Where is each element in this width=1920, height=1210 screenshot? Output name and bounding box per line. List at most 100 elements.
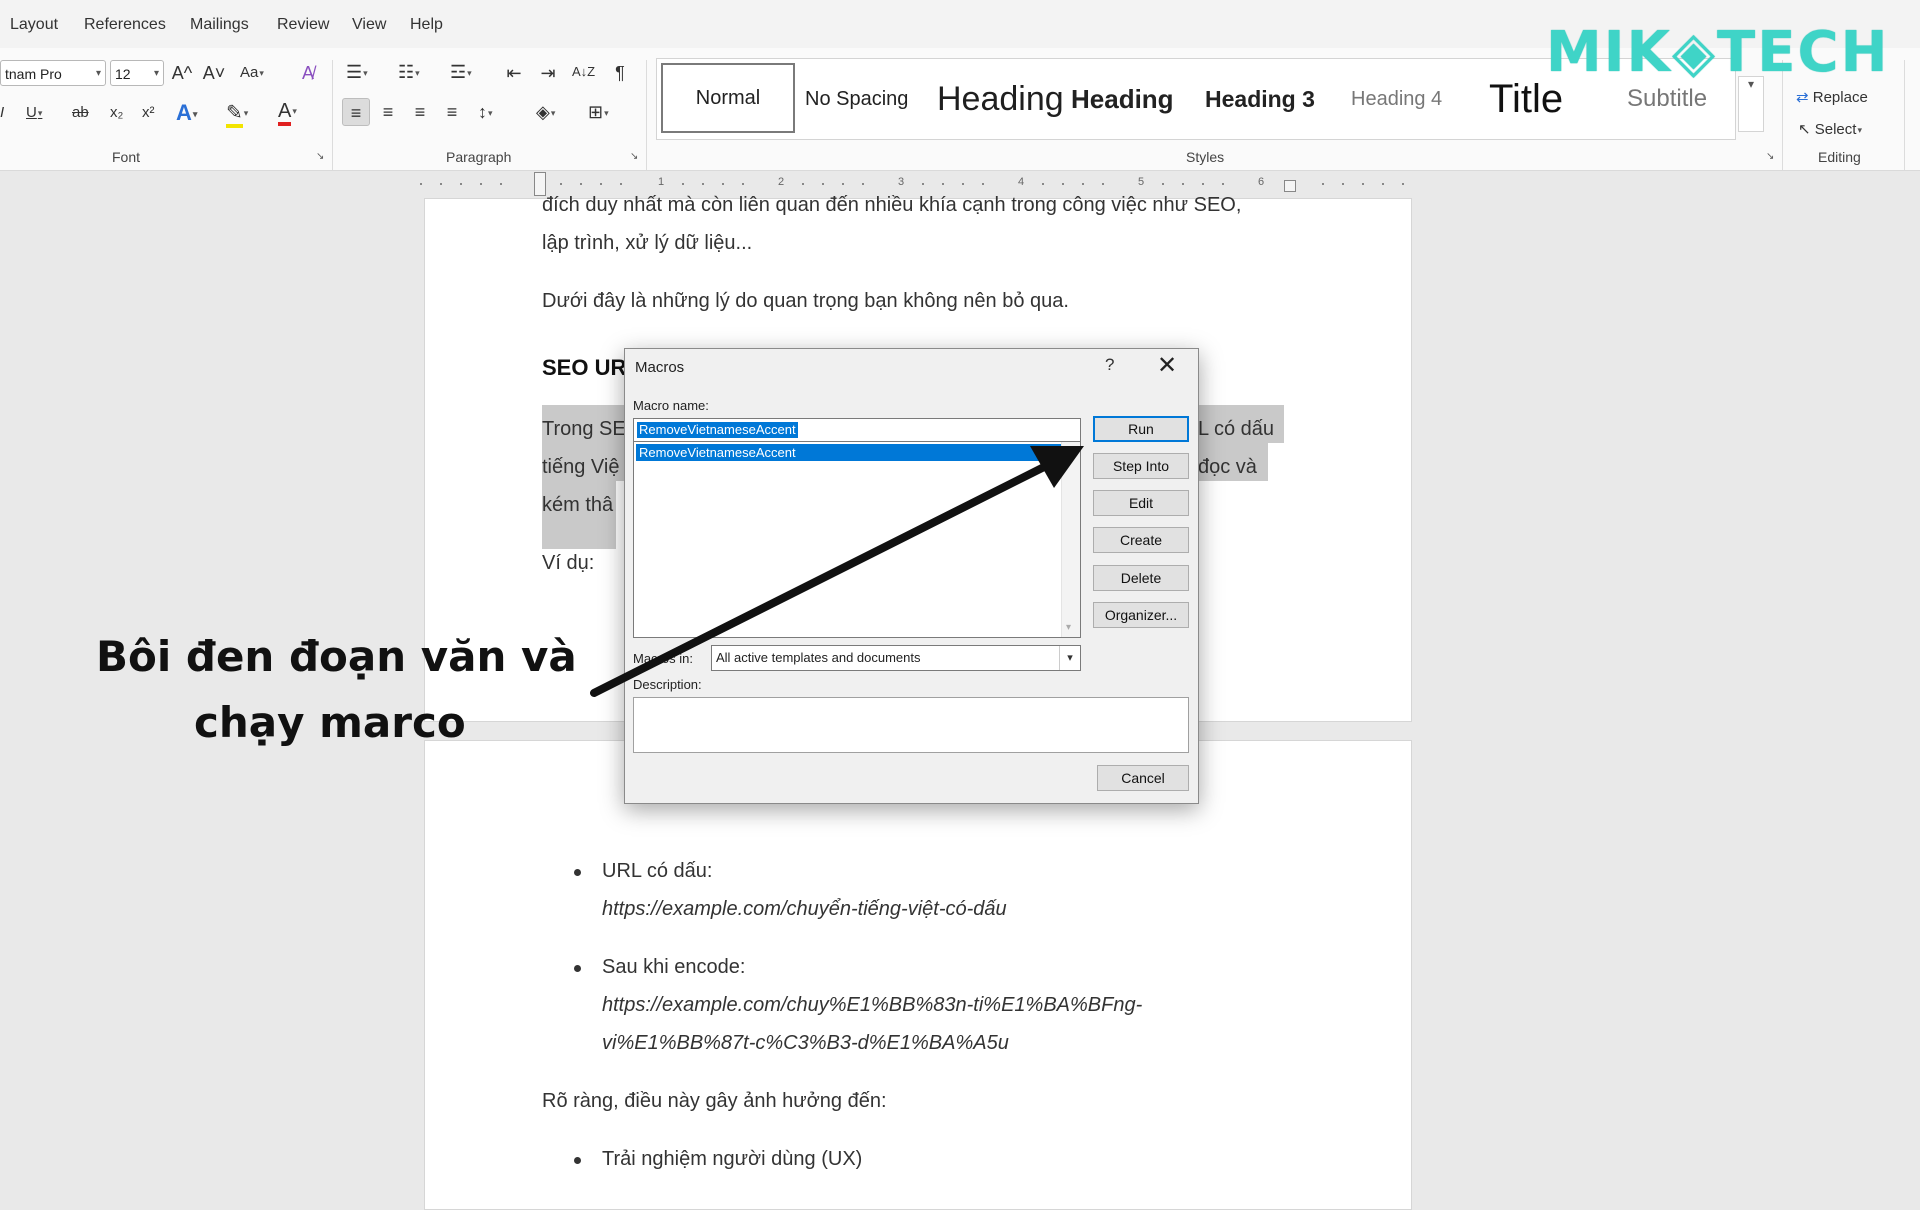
select-button[interactable]: ↖ Select▾	[1798, 120, 1862, 138]
organizer-button[interactable]: Organizer...	[1093, 602, 1189, 628]
doc-url: https://example.com/chuyển-tiếng-việt-có…	[602, 898, 1007, 920]
cursor-icon: ↖	[1798, 121, 1811, 138]
change-case-button[interactable]: Aa▾	[240, 64, 264, 81]
menu-help[interactable]: Help	[410, 16, 443, 34]
group-divider	[1904, 60, 1905, 170]
indent-marker-icon[interactable]	[534, 172, 546, 196]
shrink-font-button[interactable]: A˅	[200, 59, 228, 87]
right-indent-marker-icon[interactable]	[1284, 180, 1296, 192]
font-size-combo[interactable]: 12 ▾	[110, 60, 164, 86]
sort-button[interactable]: A↓Z	[572, 64, 595, 79]
line-spacing-icon: ↕	[478, 102, 487, 122]
font-family-combo[interactable]: tnam Pro ▾	[0, 60, 106, 86]
delete-button[interactable]: Delete	[1093, 565, 1189, 591]
align-right-icon[interactable]: ≡	[406, 98, 434, 126]
grow-font-button[interactable]: A^	[168, 59, 196, 87]
align-center-icon[interactable]: ≡	[374, 98, 402, 126]
decrease-indent-icon[interactable]: ⇤	[500, 59, 528, 87]
italic-button[interactable]: I	[0, 104, 4, 121]
chevron-down-icon: ▾	[604, 107, 609, 118]
justify-icon[interactable]: ≡	[438, 98, 466, 126]
macro-list-item[interactable]: RemoveVietnameseAccent	[636, 444, 1062, 461]
horizontal-ruler[interactable]: 1 2 3 4 5 6	[420, 172, 1412, 196]
subscript-button[interactable]: x₂	[110, 104, 123, 121]
menu-review[interactable]: Review	[277, 16, 329, 34]
macro-list[interactable]: RemoveVietnameseAccent ▾	[633, 442, 1081, 638]
style-heading-1[interactable]: Heading	[937, 59, 1063, 139]
bullet-icon	[574, 965, 581, 972]
doc-list-item: URL có dấu:	[602, 860, 713, 882]
font-group-label: Font	[112, 149, 141, 165]
ruler-number: 2	[778, 176, 785, 188]
description-label: Description:	[633, 677, 702, 692]
macro-name-label: Macro name:	[633, 398, 709, 413]
annotation-line-1: Bôi đen đoạn văn và	[96, 632, 577, 681]
highlight-color-button[interactable]: ✎▾	[226, 100, 248, 128]
replace-button[interactable]: ⇄ Replace	[1796, 88, 1868, 106]
show-formatting-button[interactable]: ¶	[606, 59, 634, 87]
chevron-down-icon: ▾	[95, 68, 101, 79]
close-icon[interactable]: ✕	[1157, 351, 1177, 380]
strikethrough-button[interactable]: ab	[72, 104, 89, 121]
doc-line: Trong SE	[542, 418, 626, 440]
doc-list-item: Sau khi encode:	[602, 956, 746, 978]
borders-button[interactable]: ⊞▾	[588, 102, 609, 123]
numbered-list-icon: ☷	[398, 62, 415, 82]
paragraph-dialog-launcher-icon[interactable]: ↘	[630, 152, 640, 162]
borders-icon: ⊞	[588, 102, 604, 122]
menu-references[interactable]: References	[84, 16, 166, 34]
line-spacing-button[interactable]: ↕▾	[478, 102, 493, 123]
doc-line: Dưới đây là những lý do quan trọng bạn k…	[542, 290, 1069, 312]
doc-heading: SEO UR	[542, 355, 627, 380]
menu-view[interactable]: View	[352, 16, 386, 34]
chevron-down-icon: ▾	[550, 107, 556, 118]
increase-indent-icon[interactable]: ⇥	[534, 59, 562, 87]
macro-name-value: RemoveVietnameseAccent	[637, 422, 798, 438]
underline-button[interactable]: U▾	[26, 104, 42, 121]
list-scrollbar[interactable]: ▾	[1061, 442, 1080, 637]
shading-button[interactable]: ◈▾	[536, 102, 555, 123]
chevron-down-icon: ▾	[192, 108, 198, 119]
style-no-spacing[interactable]: No Spacing	[805, 59, 919, 139]
menu-mailings[interactable]: Mailings	[190, 16, 249, 34]
multilevel-list-button[interactable]: ☲▾	[450, 62, 472, 83]
highlighter-icon: ✎	[226, 102, 243, 128]
cancel-button[interactable]: Cancel	[1097, 765, 1189, 791]
ruler-number: 4	[1018, 176, 1025, 188]
font-color-button[interactable]: A▾	[278, 100, 297, 126]
edit-button[interactable]: Edit	[1093, 490, 1189, 516]
chevron-down-icon: ▾	[1066, 622, 1072, 633]
mikotech-logo: MIK◈TECH	[1546, 20, 1890, 85]
text-effects-button[interactable]: A▾	[176, 100, 197, 126]
style-heading-3[interactable]: Heading 3	[1205, 59, 1333, 139]
styles-dialog-launcher-icon[interactable]: ↘	[1766, 152, 1776, 162]
description-box[interactable]	[633, 697, 1189, 753]
step-into-button[interactable]: Step Into	[1093, 453, 1189, 479]
superscript-button[interactable]: x²	[142, 104, 155, 121]
clear-formatting-icon[interactable]: A̸	[294, 59, 322, 87]
style-normal[interactable]: Normal	[661, 63, 795, 133]
menu-layout[interactable]: Layout	[10, 16, 58, 34]
macros-dialog: Macros ? ✕ Macro name: RemoveVietnameseA…	[624, 348, 1199, 804]
editing-group-label: Editing	[1818, 149, 1861, 165]
bullets-button[interactable]: ☰▾	[346, 62, 368, 83]
style-heading-2[interactable]: Heading	[1071, 59, 1191, 139]
doc-line: đọc và	[1198, 456, 1257, 478]
chevron-down-icon: ▾	[363, 67, 368, 78]
text-effects-label: A	[176, 100, 192, 125]
macros-in-select[interactable]: All active templates and documents ▾	[711, 645, 1081, 671]
font-dialog-launcher-icon[interactable]: ↘	[316, 152, 326, 162]
macro-name-input[interactable]: RemoveVietnameseAccent	[633, 418, 1081, 442]
style-heading-4[interactable]: Heading 4	[1351, 59, 1469, 139]
create-button[interactable]: Create	[1093, 527, 1189, 553]
run-button[interactable]: Run	[1093, 416, 1189, 442]
align-left-icon[interactable]: ≡	[342, 98, 370, 126]
ruler-number: 3	[898, 176, 905, 188]
macros-in-value: All active templates and documents	[716, 650, 921, 665]
numbering-button[interactable]: ☷▾	[398, 62, 420, 83]
replace-icon: ⇄	[1796, 89, 1809, 106]
help-button[interactable]: ?	[1105, 355, 1114, 375]
multilevel-list-icon: ☲	[450, 62, 467, 82]
document-page-2[interactable]	[424, 740, 1412, 1210]
dialog-title: Macros	[635, 359, 685, 376]
